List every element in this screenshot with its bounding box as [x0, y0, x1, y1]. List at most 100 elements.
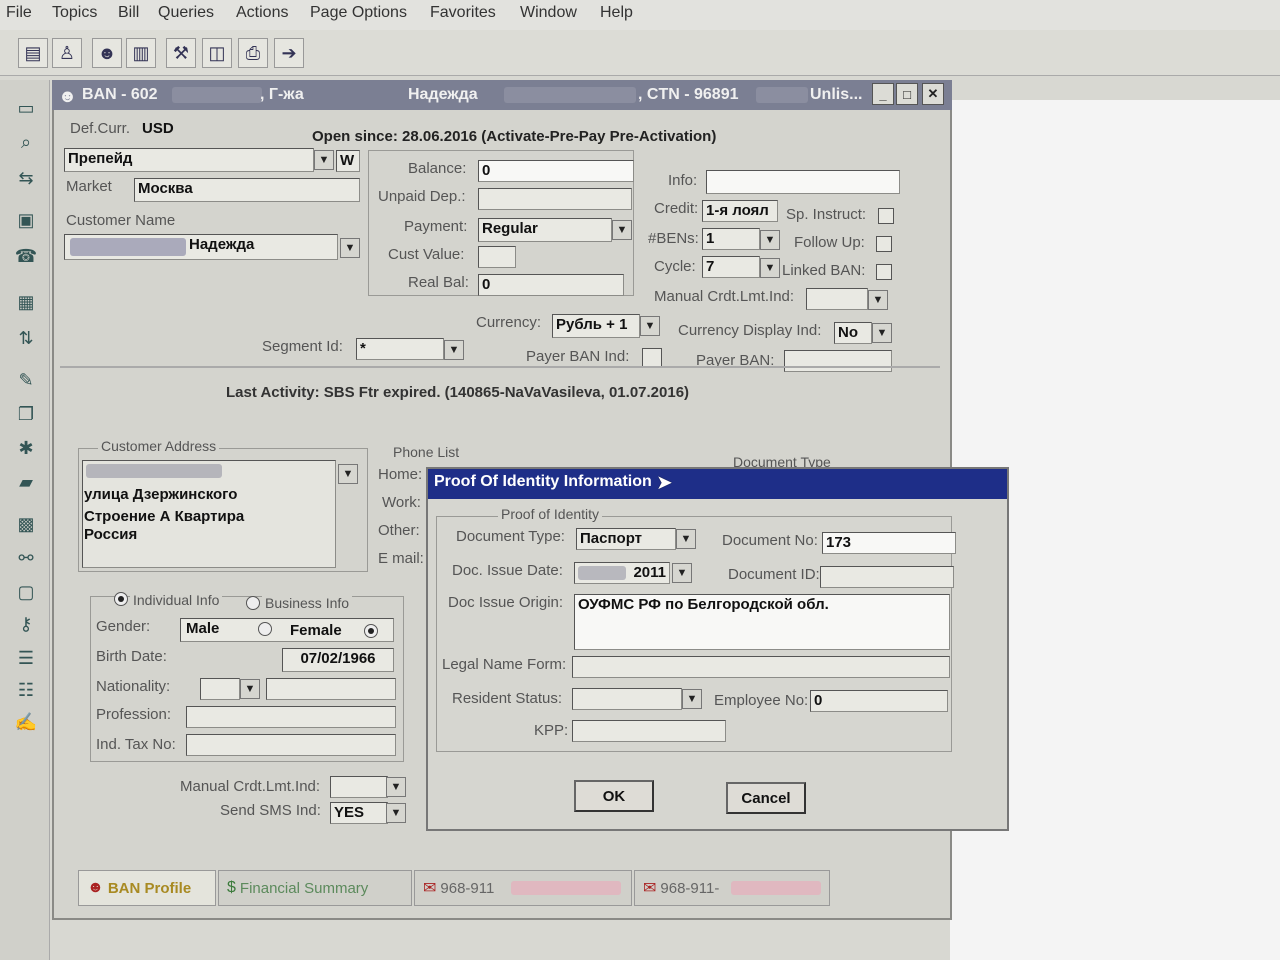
legal-name-form-field[interactable] — [572, 656, 950, 678]
chevron-down-icon[interactable]: ▼ — [386, 777, 406, 797]
info-field[interactable] — [706, 170, 900, 194]
subscriber-icon: ✉ — [643, 880, 657, 897]
cancel-button[interactable]: Cancel — [726, 782, 806, 814]
list2-icon[interactable]: ☷ — [14, 678, 38, 702]
ok-button[interactable]: OK — [574, 780, 654, 812]
follow-up-checkbox[interactable] — [876, 236, 892, 252]
menu-file[interactable]: File — [6, 4, 32, 22]
menu-favorites[interactable]: Favorites — [430, 4, 496, 22]
chevron-down-icon[interactable]: ▼ — [338, 464, 358, 484]
chevron-down-icon[interactable]: ▼ — [386, 803, 406, 823]
toolbar: ▤ ♙ ☻ ▥ ⚒ ◫ ⎙ ➔ — [0, 30, 1280, 76]
profession-field[interactable] — [186, 706, 396, 728]
market-field[interactable]: Москва — [134, 178, 360, 202]
currency-select[interactable]: Рубль + 1 — [552, 314, 640, 338]
screen-icon[interactable]: ▣ — [14, 208, 38, 232]
edit-icon[interactable]: ✍ — [14, 710, 38, 734]
send-sms-select[interactable]: YES — [330, 802, 388, 824]
male-radio[interactable] — [258, 622, 272, 636]
menu-queries[interactable]: Queries — [158, 4, 214, 22]
chevron-down-icon[interactable]: ▼ — [444, 340, 464, 360]
tab-subscriber-1[interactable]: ✉ 968-911 — [414, 870, 632, 906]
folder-icon[interactable]: ▭ — [14, 96, 38, 120]
segment-select[interactable]: * — [356, 338, 444, 360]
menu-help[interactable]: Help — [600, 4, 633, 22]
phone-icon[interactable]: ☎ — [14, 244, 38, 268]
currency-display-select[interactable]: No — [834, 322, 872, 344]
bens-select[interactable]: 1 — [702, 228, 760, 250]
linked-ban-checkbox[interactable] — [876, 264, 892, 280]
chevron-down-icon[interactable]: ▼ — [760, 230, 780, 250]
nationality-select[interactable] — [200, 678, 240, 700]
chevron-down-icon[interactable]: ▼ — [868, 290, 888, 310]
link-icon[interactable]: ⚯ — [14, 546, 38, 570]
card-icon[interactable]: ▰ — [14, 470, 38, 494]
cycle-label: Cycle: — [654, 258, 696, 275]
chevron-down-icon[interactable]: ▼ — [676, 529, 696, 549]
kpp-field[interactable] — [572, 720, 726, 742]
menu-window[interactable]: Window — [520, 4, 577, 22]
business-info-radio[interactable] — [246, 596, 260, 610]
menu-bill[interactable]: Bill — [118, 4, 139, 22]
account-type-select[interactable]: Препейд — [64, 148, 314, 172]
payment-select[interactable]: Regular — [478, 218, 612, 242]
minimize-icon[interactable]: _ — [872, 83, 894, 105]
doc-no-label: Document No: — [722, 532, 818, 549]
arrows-icon[interactable]: ⇅ — [14, 326, 38, 350]
manual-crdt-select-2[interactable] — [330, 776, 388, 798]
chevron-down-icon[interactable]: ▼ — [314, 150, 334, 170]
close-icon[interactable]: ✕ — [922, 83, 944, 105]
tab-ban-profile[interactable]: ☻ BAN Profile — [78, 870, 216, 906]
chevron-down-icon[interactable]: ▼ — [612, 220, 632, 240]
chevron-down-icon[interactable]: ▼ — [760, 258, 780, 278]
open-icon[interactable]: ▤ — [18, 38, 48, 68]
print-icon[interactable]: ⎙ — [238, 38, 268, 68]
title-status: Unlis... — [810, 86, 863, 103]
key-icon[interactable]: ⚷ — [14, 612, 38, 636]
transfer-icon[interactable]: ⇆ — [14, 166, 38, 190]
birth-date-field[interactable]: 07/02/1966 — [282, 648, 394, 672]
chevron-down-icon[interactable]: ▼ — [872, 323, 892, 343]
manual-crdt-select[interactable] — [806, 288, 868, 310]
cycle-select[interactable]: 7 — [702, 256, 760, 278]
payer-ban-field[interactable] — [784, 350, 892, 372]
columns-icon[interactable]: ▥ — [126, 38, 156, 68]
individual-info-radio[interactable] — [114, 592, 128, 606]
list-icon[interactable]: ☰ — [14, 646, 38, 670]
chip-icon[interactable]: ✱ — [14, 436, 38, 460]
menu-topics[interactable]: Topics — [52, 4, 97, 22]
tab-subscriber-2[interactable]: ✉ 968-911- — [634, 870, 830, 906]
employee-no-field[interactable]: 0 — [810, 690, 948, 712]
user-icon[interactable]: ♙ — [52, 38, 82, 68]
window-icon[interactable]: ▢ — [14, 580, 38, 604]
calendar-dropdown-icon[interactable]: ▼ — [672, 563, 692, 583]
exit-icon[interactable]: ➔ — [274, 38, 304, 68]
search-icon[interactable]: ⌕ — [14, 130, 38, 154]
chevron-down-icon[interactable]: ▼ — [240, 679, 260, 699]
sp-instruct-checkbox[interactable] — [878, 208, 894, 224]
redacted-block — [70, 238, 186, 256]
customer-icon[interactable]: ☻ — [92, 38, 122, 68]
resident-status-select[interactable] — [572, 688, 682, 710]
redacted-block — [511, 881, 621, 895]
note-icon[interactable]: ✎ — [14, 368, 38, 392]
chevron-down-icon[interactable]: ▼ — [340, 238, 360, 258]
chevron-down-icon[interactable]: ▼ — [640, 316, 660, 336]
doc-id-field[interactable] — [820, 566, 954, 588]
copy-icon[interactable]: ❐ — [14, 402, 38, 426]
tab-financial-summary[interactable]: $ Financial Summary — [218, 870, 412, 906]
issue-origin-field[interactable]: ОУФМС РФ по Белгородской обл. — [574, 594, 950, 650]
doc-type-select[interactable]: Паспорт — [576, 528, 676, 550]
maximize-icon[interactable]: □ — [896, 83, 918, 105]
menu-actions[interactable]: Actions — [236, 4, 288, 22]
payer-ban-ind-checkbox[interactable] — [642, 348, 662, 368]
ind-tax-field[interactable] — [186, 734, 396, 756]
doc-no-field[interactable]: 173 — [822, 532, 956, 554]
female-radio[interactable] — [364, 624, 378, 638]
save-icon[interactable]: ▩ — [14, 512, 38, 536]
chevron-down-icon[interactable]: ▼ — [682, 689, 702, 709]
split-icon[interactable]: ◫ — [202, 38, 232, 68]
tools-icon[interactable]: ⚒ — [166, 38, 196, 68]
menu-page-options[interactable]: Page Options — [310, 4, 407, 22]
document-icon[interactable]: ▦ — [14, 290, 38, 314]
